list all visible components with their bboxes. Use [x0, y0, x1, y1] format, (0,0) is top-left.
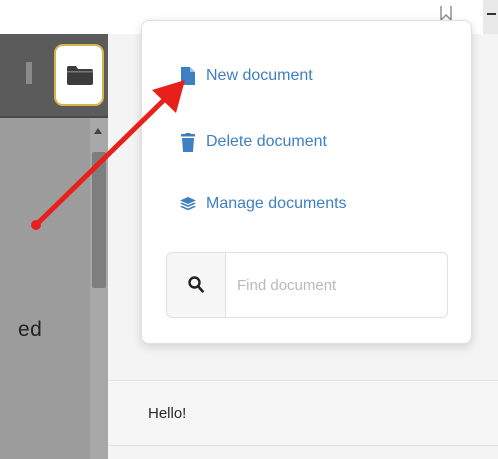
menu-item-manage-documents[interactable]: Manage documents: [180, 189, 347, 219]
folder-icon: [67, 66, 93, 85]
find-document-search: [166, 252, 448, 318]
menu-item-label: Delete document: [206, 133, 327, 150]
file-icon: [180, 66, 196, 86]
find-document-input[interactable]: [237, 272, 437, 298]
left-scrollbar-thumb[interactable]: [92, 152, 106, 288]
menu-item-label: Manage documents: [206, 195, 347, 212]
menu-item-new-document[interactable]: New document: [180, 61, 313, 91]
scroll-up-arrow-icon[interactable]: [94, 128, 102, 134]
layers-icon: [180, 194, 196, 214]
search-addon[interactable]: [167, 253, 226, 317]
left-toolbar-fragment: [26, 62, 32, 84]
menu-item-label: New document: [206, 67, 313, 84]
documents-dropdown: New document Delete document Manage docu…: [141, 20, 472, 344]
menu-item-delete-document[interactable]: Delete document: [180, 127, 327, 157]
content-row: Hello!: [108, 380, 498, 446]
left-panel-partial-text: ed: [18, 318, 43, 341]
trash-icon: [180, 132, 196, 152]
folder-button[interactable]: [54, 44, 104, 106]
hello-text: Hello!: [148, 405, 187, 422]
search-icon: [188, 276, 204, 293]
window-minimize-button[interactable]: [483, 0, 498, 34]
